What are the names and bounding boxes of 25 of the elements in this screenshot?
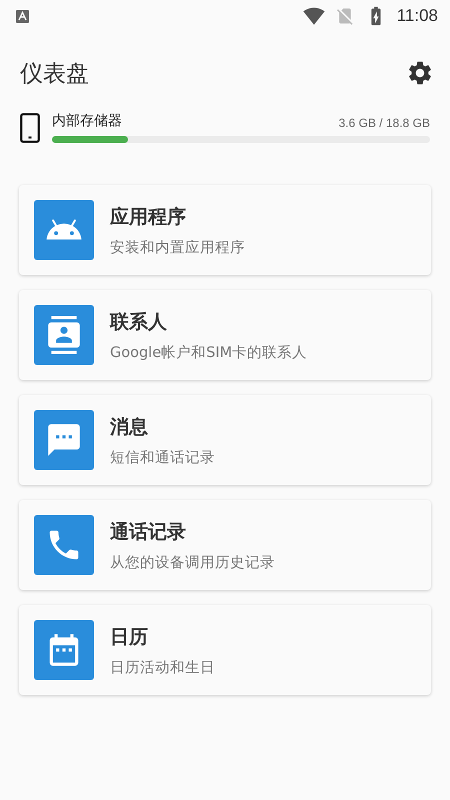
contact-card-icon — [45, 316, 83, 354]
card-subtitle: 从您的设备调用历史记录 — [110, 554, 275, 572]
dashboard-card[interactable]: 消息 短信和通话记录 — [19, 395, 431, 485]
page-title: 仪表盘 — [20, 60, 89, 88]
card-subtitle: Google帐户和SIM卡的联系人 — [110, 344, 308, 362]
card-title: 消息 — [110, 414, 149, 440]
wifi-icon — [302, 5, 325, 27]
settings-icon[interactable] — [406, 59, 434, 87]
card-title: 通话记录 — [110, 520, 187, 544]
dashboard-card[interactable]: 通话记录 从您的设备调用历史记录 — [19, 500, 431, 590]
app-notification-icon — [16, 10, 29, 22]
no-sim-icon — [334, 6, 355, 26]
card-title: 应用程序 — [110, 204, 187, 230]
status-time: 11:08 — [396, 6, 438, 26]
storage-reading: 3.6 GB / 18.8 GB — [338, 116, 430, 130]
dashboard-card[interactable]: 日历 日历活动和生日 — [19, 605, 431, 695]
card-title: 联系人 — [110, 310, 168, 334]
card-subtitle: 短信和通话记录 — [110, 448, 215, 466]
card-subtitle: 日历活动和生日 — [110, 658, 215, 676]
phone-icon — [20, 112, 40, 142]
dashboard-card[interactable]: 联系人 Google帐户和SIM卡的联系人 — [19, 290, 431, 380]
dashboard-card[interactable]: 应用程序 安装和内置应用程序 — [19, 185, 431, 275]
storage-label: 内部存储器 — [52, 112, 122, 130]
card-title: 日历 — [110, 624, 149, 650]
card-subtitle: 安装和内置应用程序 — [110, 238, 245, 256]
